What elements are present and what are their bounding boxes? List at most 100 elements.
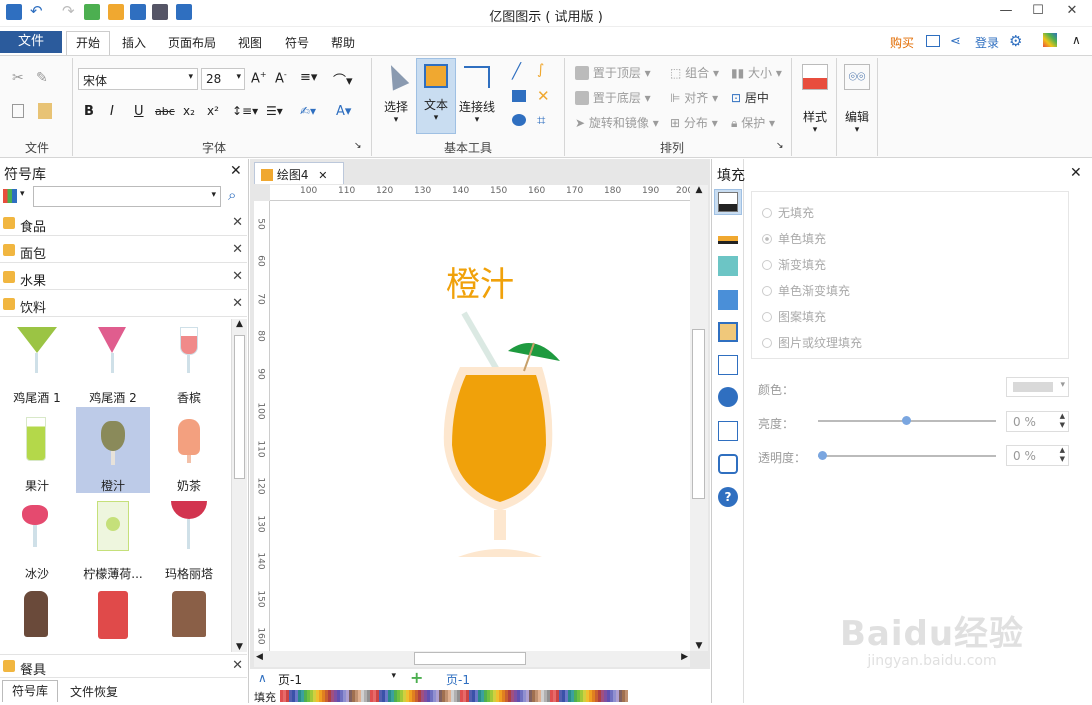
curve-text-icon[interactable]: ⌒▾ <box>333 70 353 89</box>
spin-arrows-icon[interactable]: ▲ ▼ <box>1060 446 1065 464</box>
scroll-down-icon[interactable]: ▼ <box>690 641 708 651</box>
color-picker[interactable]: ▾ <box>1006 377 1069 397</box>
symbol-orange-juice-selected[interactable]: 橙汁 <box>76 407 150 493</box>
buy-link[interactable]: 购买 <box>890 34 914 51</box>
font-size-select[interactable]: 28 ▾ <box>201 68 245 90</box>
close-icon[interactable]: ✕ <box>230 163 242 179</box>
document-tab[interactable]: 绘图4 ✕ <box>254 162 344 184</box>
transparency-spinbox[interactable]: 0 % ▲ ▼ <box>1006 445 1069 466</box>
radio-picture-fill[interactable]: 图片或纹理填充 <box>762 334 862 351</box>
slider-thumb[interactable] <box>818 451 827 460</box>
palette-swatch[interactable] <box>625 690 628 702</box>
italic-icon[interactable]: I <box>110 104 114 119</box>
scroll-left-icon[interactable]: ◀ <box>256 652 263 662</box>
library-search-input[interactable]: ▾ <box>33 186 221 207</box>
close-icon[interactable]: ✕ <box>1070 165 1082 181</box>
scroll-right-icon[interactable]: ▶ <box>681 652 688 662</box>
add-page-icon[interactable]: + <box>410 668 423 687</box>
tab-insert[interactable]: 插入 <box>122 34 146 51</box>
radio-gradient-fill[interactable]: 渐变填充 <box>762 256 826 273</box>
cut-icon[interactable]: ✂ <box>12 70 24 86</box>
comment-icon[interactable] <box>718 454 738 474</box>
symbol-cola-can[interactable] <box>76 583 150 652</box>
slider-thumb[interactable] <box>902 416 911 425</box>
radio-no-fill[interactable]: 无填充 <box>762 204 814 221</box>
category-fruit[interactable]: 水果 ✕ <box>0 266 247 290</box>
drawing-page[interactable]: 橙汁 <box>270 201 690 651</box>
tab-view[interactable]: 视图 <box>238 34 262 51</box>
symbol-cocktail-2[interactable]: 鸡尾酒 2 <box>76 319 150 405</box>
connector-tool-button[interactable]: 连接线 ▾ <box>456 60 498 132</box>
close-icon[interactable]: ✕ <box>232 269 243 284</box>
theme-icon[interactable] <box>1043 33 1057 47</box>
brightness-slider[interactable] <box>818 416 996 425</box>
superscript-icon[interactable]: x² <box>207 104 219 118</box>
search-icon[interactable]: ⌕ <box>228 186 236 204</box>
scroll-thumb[interactable] <box>414 652 526 665</box>
format-painter-icon[interactable]: ✎ <box>36 70 48 86</box>
collapse-ribbon-icon[interactable]: ∧ <box>1072 33 1081 47</box>
tab-page-layout[interactable]: 页面布局 <box>168 34 216 51</box>
spin-arrows-icon[interactable]: ▲ ▼ <box>1060 412 1065 430</box>
close-icon[interactable]: ✕ <box>232 242 243 257</box>
symbol-bubble-tea[interactable] <box>0 583 74 652</box>
radio-pattern-fill[interactable]: 图案填充 <box>762 308 826 325</box>
bring-to-front-button[interactable]: 置于顶层 ▾ <box>575 64 651 81</box>
edit-button[interactable]: ⌾⌾ 编辑 ▾ <box>840 60 874 144</box>
network-icon[interactable]: ⋖ <box>950 34 961 49</box>
shrink-font-icon[interactable]: A- <box>275 70 287 86</box>
close-icon[interactable]: ✕ <box>232 296 243 311</box>
chevron-up-icon[interactable]: ∧ <box>258 671 267 685</box>
symbol-smoothie[interactable]: 冰沙 <box>0 495 74 581</box>
tab-file-recovery[interactable]: 文件恢复 <box>70 683 118 700</box>
close-icon[interactable]: ✕ <box>232 215 243 230</box>
image-icon[interactable] <box>718 290 738 310</box>
cross-shape-icon[interactable]: ✕ <box>537 87 550 105</box>
bullets-icon[interactable]: ☰▾ <box>266 104 283 118</box>
scroll-thumb[interactable] <box>234 335 245 479</box>
subscript-icon[interactable]: x₂ <box>183 104 195 118</box>
symbol-milk-tea[interactable]: 奶茶 <box>152 407 226 493</box>
size-button[interactable]: ▮▮ 大小 ▾ <box>731 64 782 81</box>
symbol-coffee-cup[interactable] <box>152 583 226 652</box>
category-bread[interactable]: 面包 ✕ <box>0 239 247 263</box>
ellipse-shape-icon[interactable] <box>512 114 526 126</box>
copy-icon[interactable] <box>12 104 24 118</box>
center-button[interactable]: ⊡ 居中 <box>731 89 769 106</box>
text-tool-button[interactable]: 文本 ▾ <box>416 58 456 134</box>
scroll-down-icon[interactable]: ▼ <box>232 642 247 652</box>
library-menu-icon[interactable] <box>3 189 17 203</box>
close-icon[interactable]: ✕ <box>318 169 327 182</box>
align-text-icon[interactable]: ≡▾ <box>300 70 317 85</box>
scroll-thumb[interactable] <box>692 329 705 499</box>
fill-bucket-icon[interactable] <box>718 192 738 212</box>
globe-icon[interactable] <box>718 387 738 407</box>
document-icon[interactable] <box>718 355 738 375</box>
share-icon[interactable] <box>926 35 940 47</box>
note-icon[interactable] <box>718 421 738 441</box>
symbol-champagne[interactable]: 香槟 <box>152 319 226 405</box>
style-button[interactable]: 样式 ▾ <box>797 60 833 144</box>
bold-icon[interactable]: B <box>84 104 94 119</box>
line-spacing-icon[interactable]: ↕≡▾ <box>232 104 258 118</box>
transparency-slider[interactable] <box>818 451 996 460</box>
symbol-cocktail-1[interactable]: 鸡尾酒 1 <box>0 319 74 405</box>
tab-home[interactable]: 开始 <box>66 31 110 55</box>
font-name-select[interactable]: 宋体 ▾ <box>78 68 198 90</box>
category-tableware[interactable]: 餐具 ✕ <box>0 654 247 678</box>
radio-solid-fill[interactable]: 单色填充 <box>762 230 826 247</box>
group-button[interactable]: ⬚ 组合 ▾ <box>670 64 719 81</box>
shadow-icon[interactable] <box>718 256 738 276</box>
crop-icon[interactable]: ⌗ <box>537 111 545 129</box>
symbol-juice[interactable]: 果汁 <box>0 407 74 493</box>
login-link[interactable]: 登录 <box>975 34 999 51</box>
line-color-icon[interactable] <box>718 224 738 244</box>
line-shape-icon[interactable]: ╱ <box>512 62 521 80</box>
text-color-icon[interactable]: ✍▾ <box>300 104 316 118</box>
file-tab[interactable]: 文件 <box>0 31 62 53</box>
symbol-margarita[interactable]: 玛格丽塔 <box>152 495 226 581</box>
scroll-up-icon[interactable]: ▲ <box>232 319 247 329</box>
rectangle-shape-icon[interactable] <box>512 90 526 102</box>
close-icon[interactable]: ✕ <box>232 658 243 673</box>
font-color-icon[interactable]: A▾ <box>336 104 351 119</box>
